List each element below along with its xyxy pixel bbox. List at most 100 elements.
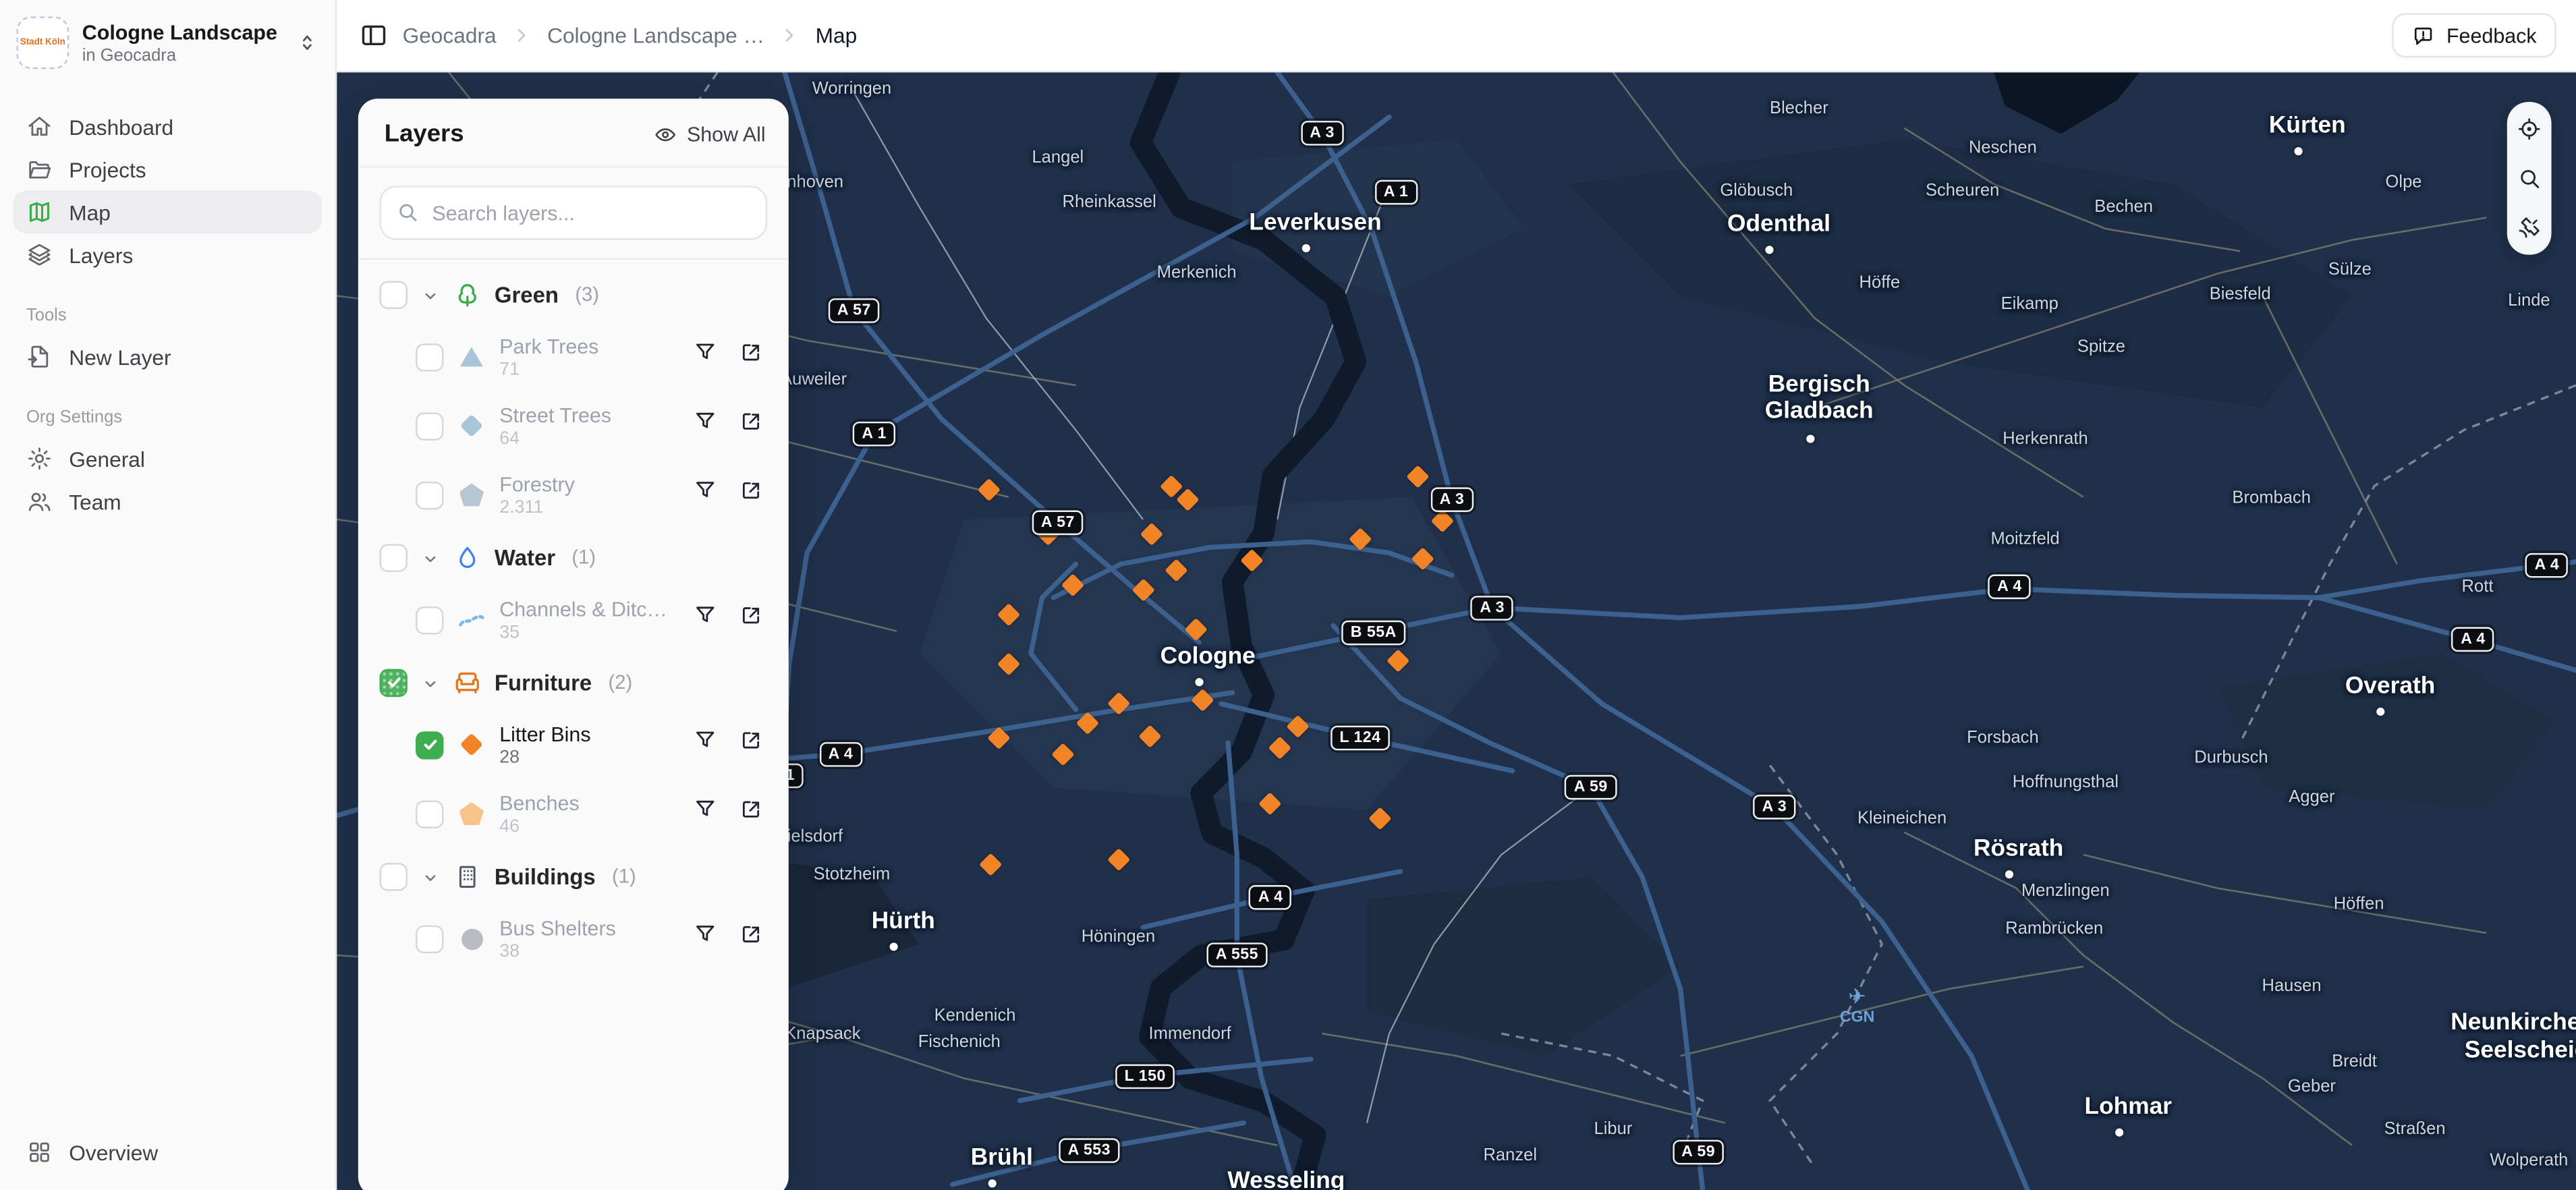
chevron-down-icon[interactable] [420,285,440,304]
road-badge: A 4 [1249,884,1292,910]
feedback-button[interactable]: Feedback [2392,13,2556,58]
layer-item-texts: Forestry 2.311 [499,472,575,517]
layer-count: 2.311 [499,497,544,517]
panel-left-toggle-icon[interactable] [360,22,387,49]
nav-label: Layers [69,242,134,267]
search-map-control[interactable] [2517,166,2542,191]
sidebar-item-layers[interactable]: Layers [13,233,322,276]
sidebar-item-team[interactable]: Team [13,480,322,522]
diamond-shape-icon [458,733,484,756]
sidebar-footer: Overview [0,1131,335,1190]
city-dot [2377,707,2386,716]
group-checkbox[interactable] [379,668,408,696]
road-badge: A 59 [1565,775,1617,800]
sidebar-nav: Dashboard Projects Map Layers [0,105,335,276]
layer-item-texts: Litter Bins 28 [499,722,590,767]
sidebar-item-overview[interactable]: Overview [13,1131,322,1173]
chevron-down-icon[interactable] [420,547,440,567]
layer-checkbox[interactable] [416,605,444,634]
breadcrumb-page: Map [815,23,858,48]
group-count: (2) [608,671,633,694]
layer-checkbox[interactable] [416,731,444,759]
group-checkbox[interactable] [379,543,408,571]
sidebar-item-projects[interactable]: Projects [13,148,322,190]
sidebar-item-general[interactable]: General [13,437,322,480]
filter-funnel-icon[interactable] [694,604,717,636]
external-link-icon[interactable] [739,797,762,830]
satellite-map-control[interactable] [2517,215,2542,240]
road-badge: A 4 [2451,627,2495,653]
road-badge: A 555 [1206,942,1268,968]
filter-funnel-icon[interactable] [694,409,717,442]
layer-name: Channels & Ditc… [499,597,667,621]
app-window: Stadt Köln Cologne Landscape … in Geocad… [0,0,2576,1190]
layers-panel: Layers Show All Green (3) Park Trees71 Stre… [358,98,789,1190]
layer-item-street-trees: Street Trees 64 [379,391,767,460]
road-badge: L 124 [1330,725,1390,750]
locate-map-control[interactable] [2517,117,2542,142]
layer-item-forestry: Forestry 2.311 [379,460,767,529]
road-badge: B 55A [1341,619,1406,645]
chevrons-up-down-icon[interactable] [296,31,318,54]
bench-icon [453,668,481,696]
workspace-name: Cologne Landscape … [82,20,283,44]
layer-name: Bus Shelters [499,916,616,940]
layer-checkbox[interactable] [416,480,444,509]
road-badge: A 59 [1672,1139,1725,1164]
sidebar-item-dashboard[interactable]: Dashboard [13,105,322,148]
feedback-label: Feedback [2446,24,2537,47]
layer-checkbox[interactable] [416,799,444,828]
city-dot [2115,1127,2124,1136]
show-all-button[interactable]: Show All [654,123,766,146]
chevron-down-icon[interactable] [420,866,440,886]
sidebar-item-map[interactable]: Map [13,190,323,233]
layer-item-texts: Benches 46 [499,791,579,836]
external-link-icon[interactable] [739,922,762,955]
breadcrumb-project[interactable]: Cologne Landscape … [547,23,764,48]
layer-count: 35 [499,622,520,642]
group-checkbox[interactable] [379,861,408,890]
external-link-icon[interactable] [739,409,762,442]
filter-funnel-icon[interactable] [694,922,717,955]
group-checkbox[interactable] [379,280,408,308]
layer-search-input[interactable] [379,186,768,240]
layer-count: 64 [499,428,520,448]
layer-checkbox[interactable] [416,412,444,440]
diamond-shape-icon [458,414,484,438]
nav-label: New Layer [69,344,171,369]
nav-label: Projects [69,157,146,182]
layer-count: 28 [499,747,520,767]
layer-actions [694,341,768,373]
road-badge: A 57 [1032,510,1084,536]
pentagon-shape-icon [458,483,484,507]
topbar: Geocadra Cologne Landscape … Map Feedbac… [337,0,2576,73]
external-link-icon[interactable] [739,341,762,373]
layer-checkbox[interactable] [416,343,444,371]
layer-name: Benches [499,791,580,815]
layer-name: Forestry [499,472,575,496]
road-badge: A 3 [1430,488,1474,513]
sidebar-nav-org: General Team [0,437,335,523]
group-count: (1) [571,545,596,569]
nav-label: Team [69,488,121,514]
chevron-down-icon[interactable] [420,673,440,692]
pentagon-shape-icon [458,802,484,826]
layer-item-bus-shelters: Bus Shelters 38 [379,904,767,973]
external-link-icon[interactable] [739,729,762,761]
layer-item-texts: Street Trees 64 [499,403,611,448]
filter-funnel-icon[interactable] [694,797,717,830]
workspace-logo: Stadt Köln [16,16,69,69]
external-link-icon[interactable] [739,479,762,511]
external-link-icon[interactable] [739,604,762,636]
sidebar-item-new-layer[interactable]: New Layer [13,335,322,378]
eye-icon [655,128,676,141]
layer-checkbox[interactable] [416,924,444,953]
road-badge: A 3 [1753,795,1796,820]
filter-funnel-icon[interactable] [694,729,717,761]
breadcrumb-root[interactable]: Geocadra [403,23,497,48]
filter-funnel-icon[interactable] [694,479,717,511]
workspace-switcher[interactable]: Stadt Köln Cologne Landscape … in Geocad… [0,0,335,82]
filter-funnel-icon[interactable] [694,341,717,373]
layer-count: 71 [499,359,520,379]
breadcrumb: Geocadra Cologne Landscape … Map [360,22,857,49]
